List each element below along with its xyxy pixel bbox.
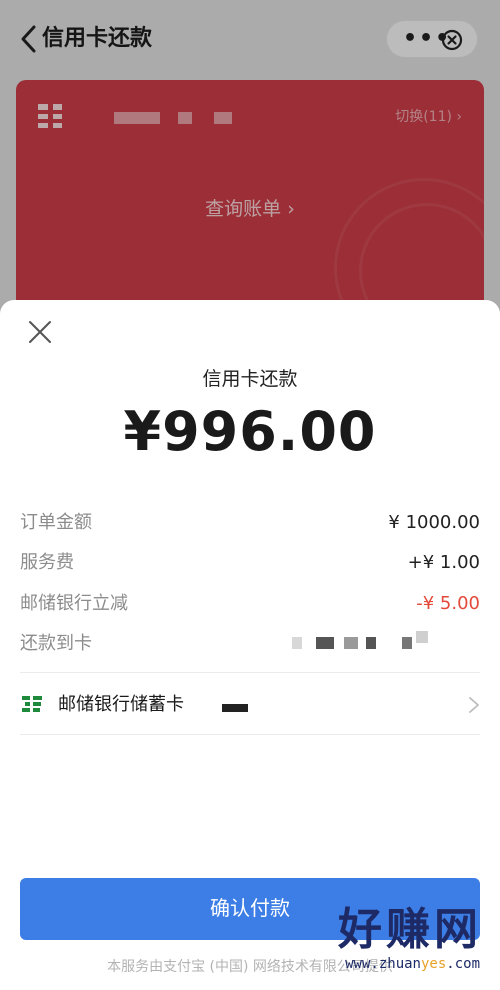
payment-method-label: 邮储银行储蓄卡: [58, 694, 184, 715]
row-label: 服务费: [20, 552, 74, 573]
watermark-url: www.zhuanyes.com: [345, 956, 480, 972]
close-icon[interactable]: [28, 320, 52, 344]
sheet-title: 信用卡还款: [202, 368, 298, 390]
discount-value: -¥ 5.00: [416, 593, 480, 614]
payment-sheet: 信用卡还款 ¥996.00 订单金额 ¥ 1000.00 服务费 +¥ 1.00…: [0, 300, 500, 990]
row-value: ¥ 1000.00: [388, 512, 480, 533]
payment-amount: ¥996.00: [123, 400, 377, 463]
card-tail-masked: [222, 704, 248, 712]
order-amount-row: 订单金额 ¥ 1000.00: [20, 510, 480, 536]
discount-row: 邮储银行立减 -¥ 5.00: [20, 591, 480, 617]
row-label: 邮储银行立减: [20, 593, 128, 614]
service-fee-row: 服务费 +¥ 1.00: [20, 550, 480, 576]
chevron-right-icon: [469, 697, 479, 713]
watermark-text: 好赚网: [338, 904, 482, 955]
row-label: 还款到卡: [20, 633, 92, 654]
payment-method-row[interactable]: 邮储银行储蓄卡: [0, 676, 500, 734]
site-watermark: 好赚网 www.zhuanyes.com: [288, 902, 488, 982]
divider: [20, 734, 480, 735]
row-value: +¥ 1.00: [407, 552, 480, 573]
card-number-masked: [292, 631, 432, 651]
divider: [20, 672, 480, 673]
psbc-bank-icon: [22, 694, 42, 714]
row-label: 订单金额: [20, 512, 92, 533]
repay-to-card-row: 还款到卡: [20, 631, 480, 657]
